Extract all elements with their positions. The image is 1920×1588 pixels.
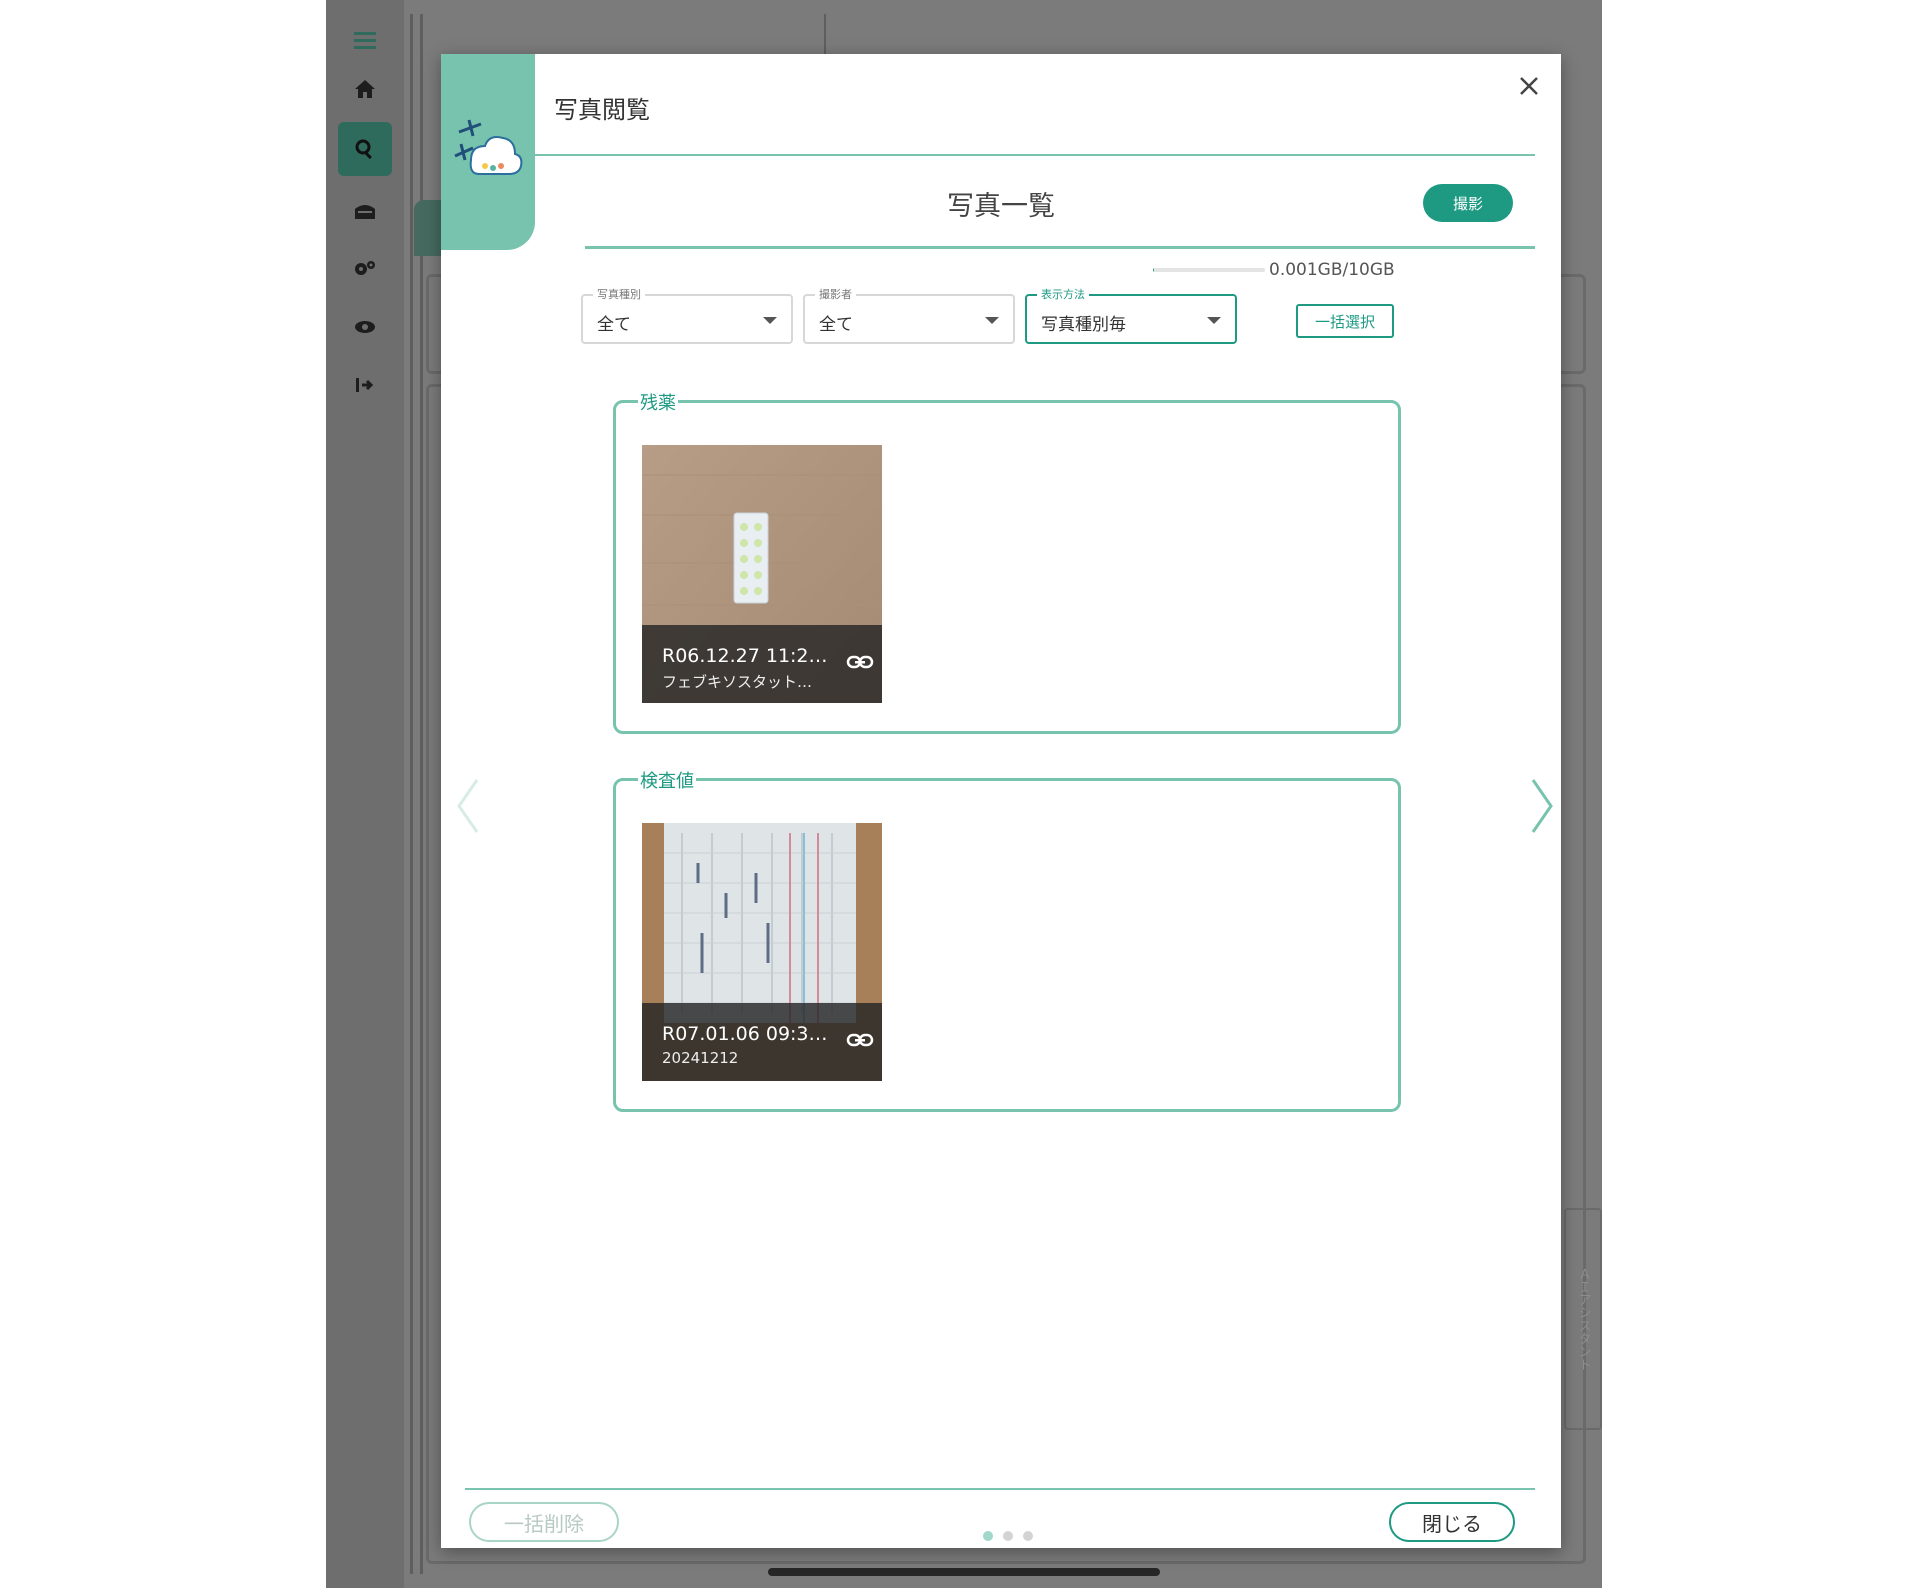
- menu-icon[interactable]: [338, 14, 392, 68]
- shoot-button[interactable]: 撮影: [1423, 184, 1513, 222]
- close-button[interactable]: [1511, 68, 1547, 104]
- link-icon[interactable]: [846, 651, 874, 673]
- photographer-value: 全て: [819, 315, 853, 335]
- header-divider: [535, 154, 1535, 156]
- group-legend: 検査値: [638, 767, 696, 793]
- app-logo-icon: [454, 119, 523, 175]
- footer-divider: [465, 1488, 1535, 1490]
- display-mode-value: 写真種別毎: [1041, 315, 1126, 335]
- close-modal-button[interactable]: 閉じる: [1389, 1502, 1515, 1542]
- photo-description: フェブキソスタット…: [662, 673, 813, 691]
- photo-caption: R06.12.27 11:2… フェブキソスタット…: [642, 625, 882, 703]
- home-icon[interactable]: [338, 62, 392, 116]
- pagination-dots: [983, 1531, 1033, 1541]
- search-icon[interactable]: [338, 122, 392, 176]
- bulk-select-button[interactable]: 一括選択: [1296, 304, 1394, 338]
- photo-list-title: 写真一覧: [947, 191, 1055, 222]
- photo-group-remaining-medicine: 残薬 R06.12.27 11:2… フェブキソスタット…: [613, 389, 1401, 734]
- photo-caption: R07.01.06 09:3… 20241212: [642, 1003, 882, 1081]
- bulk-delete-button[interactable]: 一括削除: [469, 1502, 619, 1542]
- photo-type-select[interactable]: 写真種別 全て: [581, 286, 793, 344]
- photo-thumbnail[interactable]: R07.01.06 09:3… 20241212: [642, 823, 882, 1081]
- gears-icon[interactable]: [338, 242, 392, 296]
- home-indicator: [768, 1568, 1160, 1576]
- page-dot[interactable]: [1023, 1531, 1033, 1541]
- photographer-label: 撮影者: [815, 286, 856, 302]
- photo-viewer-modal: 写真閲覧 写真一覧 撮影 0.001GB/10GB 写真種別 全て 撮影者 全て…: [441, 54, 1561, 1548]
- page-dot[interactable]: [1003, 1531, 1013, 1541]
- display-mode-label: 表示方法: [1037, 286, 1089, 302]
- photo-group-lab-values: 検査値 R07.01.06 09:3… 20241212: [613, 767, 1401, 1112]
- photo-date: R07.01.06 09:3…: [662, 1023, 828, 1045]
- display-mode-select[interactable]: 表示方法 写真種別毎: [1025, 286, 1237, 344]
- chevron-down-icon: [1207, 317, 1221, 324]
- storage-usage-bar: [1153, 268, 1265, 272]
- title-divider: [585, 246, 1535, 249]
- eye-icon[interactable]: [338, 300, 392, 354]
- ai-assistant-panel[interactable]: ＡＩアシスタント: [1564, 1208, 1602, 1430]
- photo-type-label: 写真種別: [593, 286, 645, 302]
- group-legend: 残薬: [638, 389, 678, 415]
- storage-usage-fill: [1153, 268, 1155, 272]
- building-icon[interactable]: [338, 184, 392, 238]
- modal-title: 写真閲覧: [554, 96, 650, 124]
- page-dot[interactable]: [983, 1531, 993, 1541]
- photo-date: R06.12.27 11:2…: [662, 645, 828, 667]
- chevron-down-icon: [763, 317, 777, 324]
- close-icon: [1520, 77, 1538, 95]
- logout-icon[interactable]: [338, 358, 392, 412]
- link-icon[interactable]: [846, 1029, 874, 1051]
- photo-description: 20241212: [662, 1049, 739, 1067]
- photographer-select[interactable]: 撮影者 全て: [803, 286, 1015, 344]
- photo-type-value: 全て: [597, 315, 631, 335]
- chevron-right-icon[interactable]: [1527, 776, 1557, 836]
- divider: [410, 14, 413, 1574]
- storage-usage-text: 0.001GB/10GB: [1269, 260, 1395, 280]
- logo-tab: [441, 54, 535, 250]
- chevron-down-icon: [985, 317, 999, 324]
- chevron-left-icon[interactable]: [453, 776, 483, 836]
- sidebar-nav: [326, 0, 404, 1588]
- photo-thumbnail[interactable]: R06.12.27 11:2… フェブキソスタット…: [642, 445, 882, 703]
